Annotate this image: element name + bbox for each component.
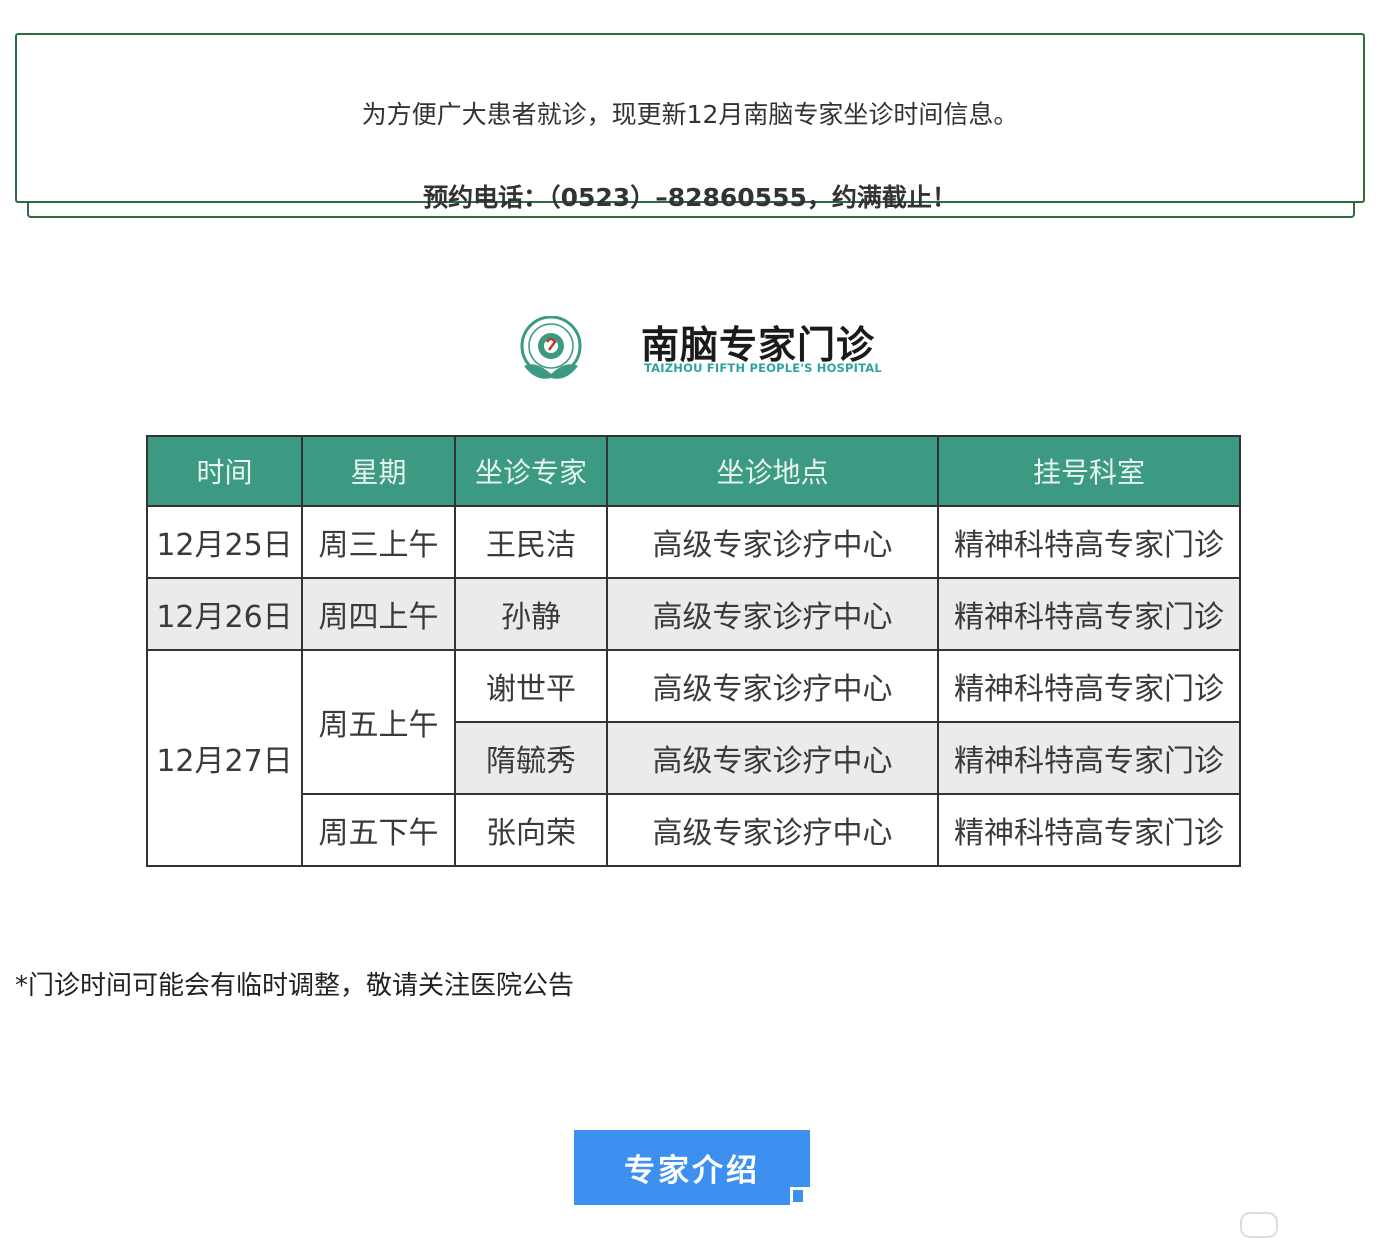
cell-weekday: 周四上午 bbox=[301, 577, 456, 651]
hospital-name-en: TAIZHOU FIFTH PEOPLE'S HOSPITAL bbox=[644, 361, 882, 375]
cell-expert: 张向荣 bbox=[454, 793, 608, 867]
cell-department: 精神科特高专家门诊 bbox=[937, 505, 1241, 579]
table-row: 周五下午 张向荣 高级专家诊疗中心 精神科特高专家门诊 bbox=[147, 793, 1241, 867]
corner-notch-icon bbox=[790, 1187, 810, 1205]
appointment-phone: 预约电话：（0523）–82860555，约满截止！ bbox=[423, 183, 957, 212]
schedule-table: 时间 星期 坐诊专家 坐诊地点 挂号科室 12月25日 周三上午 王民洁 高级专… bbox=[146, 435, 1241, 867]
watermark-badge-icon bbox=[1240, 1212, 1278, 1238]
cell-date: 12月25日 bbox=[146, 505, 303, 579]
cell-weekday: 周三上午 bbox=[301, 505, 456, 579]
cell-location: 高级专家诊疗中心 bbox=[606, 505, 939, 579]
table-row: 12月25日 周三上午 王民洁 高级专家诊疗中心 精神科特高专家门诊 bbox=[146, 505, 1241, 579]
hospital-logo bbox=[520, 316, 582, 379]
cell-department: 精神科特高专家门诊 bbox=[937, 793, 1241, 867]
cell-expert: 隋毓秀 bbox=[454, 721, 608, 795]
cell-weekday: 周五下午 bbox=[301, 793, 456, 867]
column-header-weekday: 星期 bbox=[301, 435, 456, 507]
cell-expert: 谢世平 bbox=[454, 649, 608, 723]
expert-intro-button[interactable]: 专家介绍 bbox=[574, 1130, 810, 1205]
column-header-location: 坐诊地点 bbox=[606, 435, 939, 507]
cell-location: 高级专家诊疗中心 bbox=[606, 793, 939, 867]
column-header-department: 挂号科室 bbox=[937, 435, 1241, 507]
watermark bbox=[1240, 1210, 1370, 1242]
cell-weekday: 周五上午 bbox=[301, 649, 456, 795]
cell-date: 12月26日 bbox=[146, 577, 303, 651]
cell-location: 高级专家诊疗中心 bbox=[606, 577, 939, 651]
cell-location: 高级专家诊疗中心 bbox=[606, 649, 939, 723]
cell-location: 高级专家诊疗中心 bbox=[606, 721, 939, 795]
cell-department: 精神科特高专家门诊 bbox=[937, 577, 1241, 651]
table-row: 12月26日 周四上午 孙静 高级专家诊疗中心 精神科特高专家门诊 bbox=[146, 577, 1241, 651]
expert-intro-button-label: 专家介绍 bbox=[624, 1153, 760, 1189]
cell-date: 12月27日 bbox=[146, 649, 303, 867]
cell-expert: 孙静 bbox=[454, 577, 608, 651]
cell-department: 精神科特高专家门诊 bbox=[937, 649, 1241, 723]
table-header-row: 时间 星期 坐诊专家 坐诊地点 挂号科室 bbox=[146, 435, 1241, 507]
column-header-expert: 坐诊专家 bbox=[454, 435, 608, 507]
cell-department: 精神科特高专家门诊 bbox=[937, 721, 1241, 795]
footnote: *门诊时间可能会有临时调整，敬请关注医院公告 bbox=[15, 971, 575, 1001]
column-header-time: 时间 bbox=[146, 435, 303, 507]
table-row: 12月27日 周五上午 谢世平 高级专家诊疗中心 精神科特高专家门诊 bbox=[146, 649, 1241, 867]
notice-text: 为方便广大患者就诊，现更新12月南脑专家坐诊时间信息。 bbox=[361, 100, 1019, 129]
cell-expert: 王民洁 bbox=[454, 505, 608, 579]
notice-box: 为方便广大患者就诊，现更新12月南脑专家坐诊时间信息。 预约电话：（0523）–… bbox=[15, 33, 1365, 212]
